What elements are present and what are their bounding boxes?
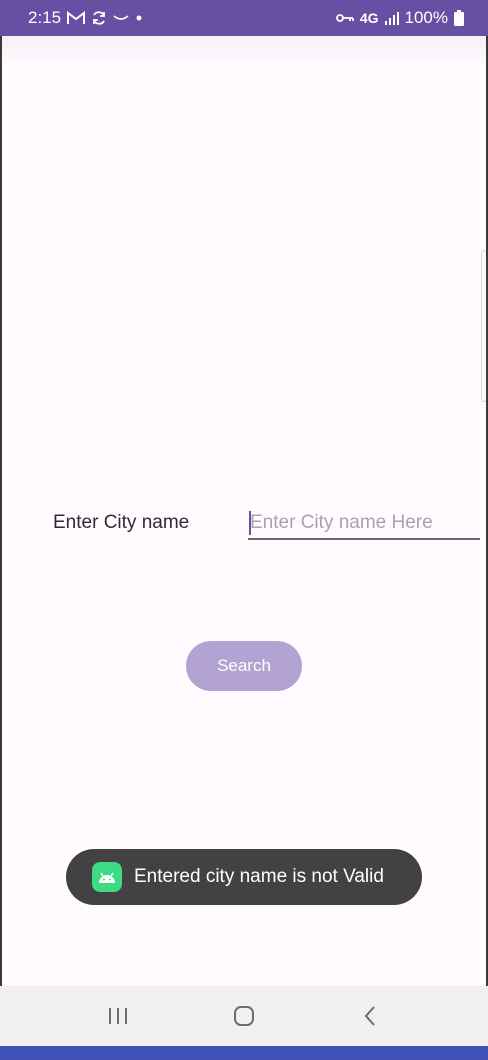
vpn-key-icon bbox=[335, 13, 354, 23]
recent-apps-icon[interactable] bbox=[88, 996, 148, 1036]
status-time: 2:15 bbox=[28, 8, 62, 27]
sync-icon bbox=[91, 10, 107, 26]
toast-text: Entered city name is not Valid bbox=[134, 866, 384, 887]
toast-message: Entered city name is not Valid bbox=[66, 849, 422, 905]
bottom-accent-strip bbox=[0, 1046, 488, 1060]
dot-icon bbox=[135, 14, 143, 22]
edge-panel-handle[interactable] bbox=[481, 250, 486, 402]
search-button[interactable]: Search bbox=[186, 641, 302, 691]
app-top-shadow bbox=[2, 36, 486, 64]
home-icon[interactable] bbox=[214, 996, 274, 1036]
back-icon[interactable] bbox=[340, 996, 400, 1036]
android-icon bbox=[92, 862, 122, 892]
status-left-group: 2:15 bbox=[28, 8, 143, 28]
status-bar: 2:15 4G 100% bbox=[0, 0, 488, 36]
left-frame-edge bbox=[0, 0, 2, 1060]
city-name-input[interactable] bbox=[248, 508, 480, 540]
gmail-icon bbox=[67, 11, 86, 25]
amazon-icon bbox=[113, 13, 129, 23]
city-name-label: Enter City name bbox=[53, 512, 190, 533]
signal-icon bbox=[384, 11, 399, 25]
battery-percent: 100% bbox=[404, 8, 448, 27]
text-cursor bbox=[249, 511, 251, 535]
network-type: 4G bbox=[359, 10, 379, 26]
battery-icon bbox=[454, 10, 464, 26]
navigation-bar bbox=[0, 986, 488, 1046]
status-right-group: 4G 100% bbox=[335, 8, 464, 28]
